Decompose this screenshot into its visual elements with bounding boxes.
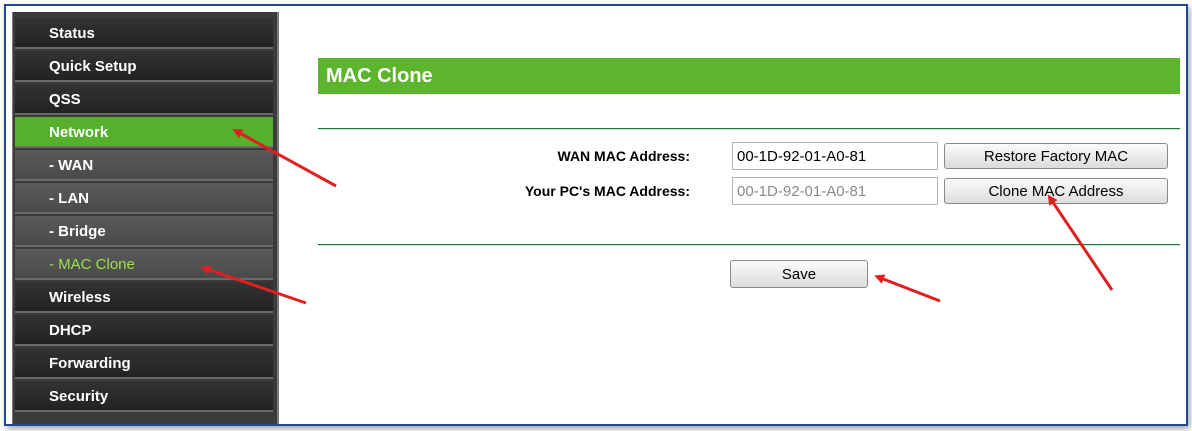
sidebar-item-security[interactable]: Security — [15, 381, 273, 412]
pc-mac-label: Your PC's MAC Address: — [524, 183, 690, 199]
sidebar-item-qss[interactable]: QSS — [15, 84, 273, 115]
top-divider — [318, 128, 1180, 130]
sidebar-item-network[interactable]: Network — [15, 117, 273, 148]
restore-factory-mac-button[interactable]: Restore Factory MAC — [944, 143, 1168, 169]
page-title: MAC Clone — [318, 58, 1180, 94]
sidebar-item-forwarding[interactable]: Forwarding — [15, 348, 273, 379]
sidebar-item-dhcp[interactable]: DHCP — [15, 315, 273, 346]
sidebar-subitem-bridge[interactable]: - Bridge — [15, 216, 273, 247]
sidebar-item-quick-setup[interactable]: Quick Setup — [15, 51, 273, 82]
sidebar-item-status[interactable]: Status — [15, 18, 273, 49]
sidebar-subitem-wan[interactable]: - WAN — [15, 150, 273, 181]
main-content: MAC Clone WAN MAC Address: Restore Facto… — [278, 12, 1186, 424]
sidebar-subitem-lan[interactable]: - LAN — [15, 183, 273, 214]
save-button[interactable]: Save — [730, 260, 868, 288]
sidebar-item-wireless[interactable]: Wireless — [15, 282, 273, 313]
router-admin-window: Status Quick Setup QSS Network - WAN - L… — [4, 4, 1188, 426]
sidebar-menu: Status Quick Setup QSS Network - WAN - L… — [12, 12, 279, 424]
wan-mac-label: WAN MAC Address: — [557, 148, 691, 164]
wan-mac-field[interactable] — [732, 142, 938, 170]
sidebar-subitem-mac-clone[interactable]: - MAC Clone — [15, 249, 273, 280]
bottom-divider — [318, 244, 1180, 246]
pc-mac-field[interactable] — [732, 177, 938, 205]
clone-mac-address-button[interactable]: Clone MAC Address — [944, 178, 1168, 204]
